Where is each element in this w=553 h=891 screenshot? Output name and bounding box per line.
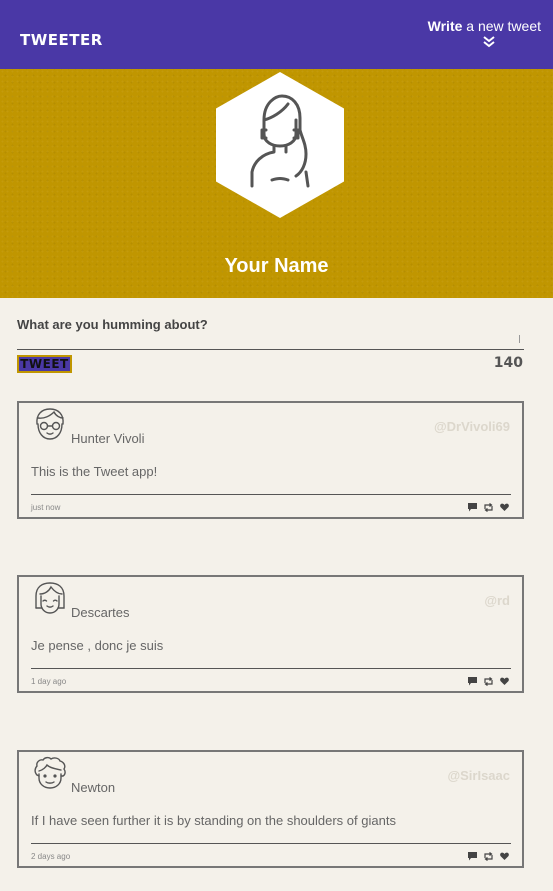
- tweet-card: Newton @SirIsaac If I have seen further …: [17, 750, 524, 868]
- tweet-timestamp: just now: [31, 503, 61, 512]
- write-rest-label: a new tweet: [466, 18, 541, 34]
- tweet-text: This is the Tweet app!: [31, 464, 158, 479]
- brand-logo[interactable]: TWEETER: [20, 31, 103, 49]
- comment-icon[interactable]: [468, 676, 477, 686]
- write-new-tweet-link[interactable]: Write a new tweet: [428, 18, 541, 49]
- comment-icon[interactable]: [468, 851, 477, 861]
- write-bold-label: Write: [427, 18, 463, 34]
- profile-name: Your Name: [224, 255, 329, 277]
- tweet-divider: [31, 843, 511, 844]
- man-curly-hair-icon: [34, 756, 66, 789]
- retweet-icon[interactable]: [484, 502, 493, 512]
- tweet-author-name[interactable]: Descartes: [71, 605, 130, 620]
- tweet-author-handle[interactable]: @rd: [484, 593, 510, 608]
- text-caret: [519, 335, 520, 343]
- tweet-card: Descartes @rd Je pense , donc je suis 1 …: [17, 575, 524, 693]
- profile-hero: Your Name: [0, 69, 553, 298]
- tweet-divider: [31, 668, 511, 669]
- tweet-timestamp: 1 day ago: [31, 677, 67, 686]
- tweet-author-name[interactable]: Newton: [71, 780, 115, 795]
- tweet-author-handle[interactable]: @SirIsaac: [447, 768, 510, 783]
- top-nav: TWEETER Write a new tweet: [0, 0, 553, 69]
- profile-avatar: [216, 72, 344, 218]
- woman-bob-icon: [35, 582, 65, 614]
- tweet-author-handle[interactable]: @DrVivoli69: [434, 419, 510, 434]
- retweet-icon[interactable]: [484, 676, 493, 686]
- heart-icon[interactable]: [500, 677, 509, 686]
- tweet-divider: [31, 494, 511, 495]
- tweet-card: Hunter Vivoli @DrVivoli69 This is the Tw…: [17, 401, 524, 519]
- heart-icon[interactable]: [500, 852, 509, 861]
- comment-icon[interactable]: [468, 502, 477, 512]
- heart-icon[interactable]: [500, 503, 509, 512]
- tweet-actions: [468, 502, 509, 512]
- tweet-button[interactable]: TWEET: [17, 355, 72, 373]
- retweet-icon[interactable]: [484, 851, 493, 861]
- double-chevron-down-icon: [483, 36, 495, 48]
- tweet-actions: [468, 851, 509, 861]
- tweet-text: If I have seen further it is by standing…: [31, 813, 396, 828]
- tweet-text: Je pense , donc je suis: [31, 638, 164, 653]
- compose-input[interactable]: [17, 333, 524, 350]
- tweet-author-name[interactable]: Hunter Vivoli: [71, 431, 144, 446]
- tweet-timestamp: 2 days ago: [31, 852, 71, 861]
- compose-label: What are you humming about?: [17, 317, 208, 332]
- tweet-actions: [468, 676, 509, 686]
- char-counter: 140: [493, 355, 523, 371]
- man-glasses-icon: [36, 408, 64, 440]
